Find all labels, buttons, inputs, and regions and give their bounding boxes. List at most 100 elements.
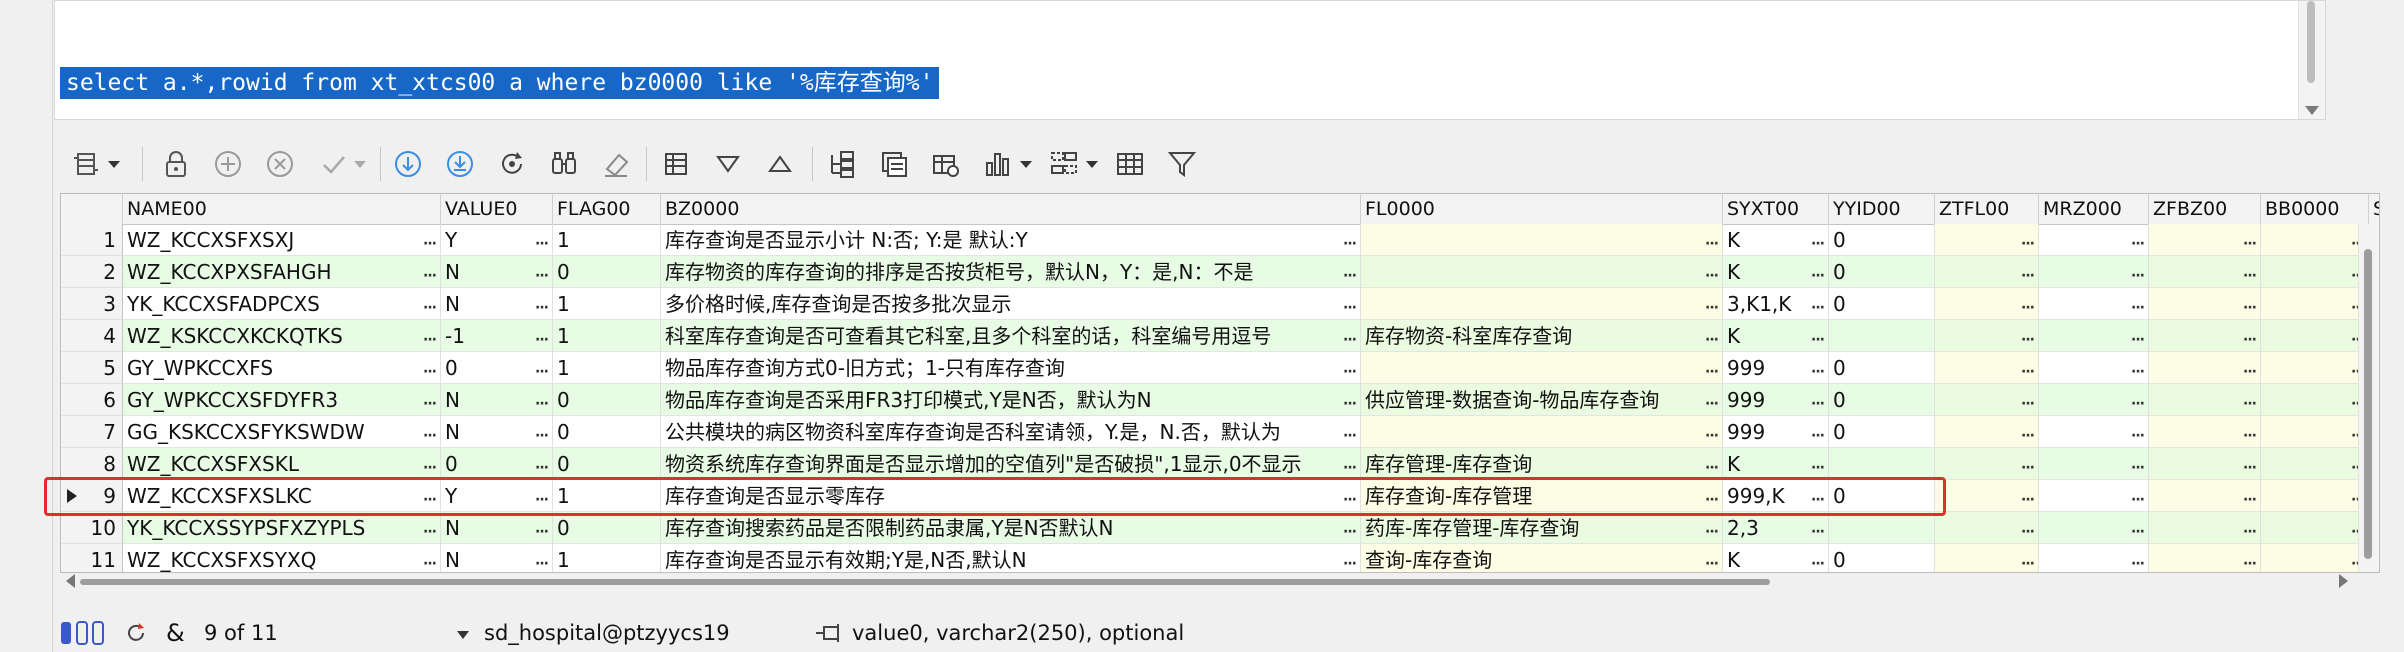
cell-flag[interactable]: 1 xyxy=(553,224,661,256)
row-header[interactable]: 9 xyxy=(61,480,123,512)
cell-bz[interactable]: 库存物资的库存查询的排序是否按货柜号，默认N，Y：是,N：不是 ··· xyxy=(661,256,1361,288)
cell-editor-button-icon[interactable]: ··· xyxy=(1705,388,1719,415)
cell-value[interactable]: Y ··· xyxy=(441,480,553,512)
delete-record-icon[interactable] xyxy=(262,140,298,188)
cell-editor-button-icon[interactable]: ··· xyxy=(535,356,549,383)
refresh-icon[interactable] xyxy=(494,140,530,188)
cell-syxt[interactable]: K ··· xyxy=(1723,224,1829,256)
cell-editor-button-icon[interactable]: ··· xyxy=(2243,228,2257,255)
cell-ztfl[interactable]: ··· xyxy=(1935,544,2039,572)
clear-icon[interactable] xyxy=(598,140,634,188)
cell-ztfl[interactable]: ··· xyxy=(1935,224,2039,256)
cell-editor-button-icon[interactable]: ··· xyxy=(535,484,549,511)
query-by-example-icon[interactable] xyxy=(876,140,912,188)
cell-syxt[interactable]: K ··· xyxy=(1723,256,1829,288)
cell-editor-button-icon[interactable]: ··· xyxy=(1811,388,1825,415)
cell-editor-button-icon[interactable]: ··· xyxy=(1811,228,1825,255)
editor-vertical-scrollbar[interactable] xyxy=(2298,1,2325,119)
row-header[interactable]: 6 xyxy=(61,384,123,416)
group-icon[interactable] xyxy=(1046,140,1082,188)
cell-bz[interactable]: 物品库存查询方式0-旧方式；1-只有库存查询 ··· xyxy=(661,352,1361,384)
cell-mrz[interactable]: ··· xyxy=(2039,256,2149,288)
cell-yyid[interactable]: 0 xyxy=(1829,416,1935,448)
column-header[interactable]: VALUE0 xyxy=(441,194,553,224)
cell-editor-button-icon[interactable]: ··· xyxy=(1705,420,1719,447)
cell-bz[interactable]: 科室库存查询是否可查看其它科室,且多个科室的话，科室编号用逗号 ··· xyxy=(661,320,1361,352)
cell-mrz[interactable]: ··· xyxy=(2039,544,2149,572)
table-row[interactable]: 10 YK_KCCXSSYPSFXZYPLS ··· N ··· 0 库存查询搜索药品是否限… xyxy=(61,512,2379,544)
cell-editor-button-icon[interactable]: ··· xyxy=(2131,484,2145,511)
cell-fl[interactable]: ··· xyxy=(1361,224,1723,256)
cell-fl[interactable]: 药库-库存管理-库存查询 ··· xyxy=(1361,512,1723,544)
cell-mrz[interactable]: ··· xyxy=(2039,288,2149,320)
cell-name[interactable]: WZ_KCCXPXSFAHGH ··· xyxy=(123,256,441,288)
cell-editor-button-icon[interactable]: ··· xyxy=(2021,292,2035,319)
table-row[interactable]: 7 GG_KSKCCXSFYKSWDW ··· N ··· 0 公共模块的病区物资科室库存查… xyxy=(61,416,2379,448)
cell-yyid[interactable]: 0 xyxy=(1829,544,1935,572)
cell-name[interactable]: WZ_KSKCCXKCKQTKS ··· xyxy=(123,320,441,352)
cell-bb[interactable]: ··· xyxy=(2261,416,2369,448)
cell-editor-button-icon[interactable]: ··· xyxy=(1705,324,1719,351)
cell-editor-button-icon[interactable]: ··· xyxy=(535,388,549,415)
connection-dropdown-icon[interactable] xyxy=(456,620,470,646)
cell-editor-button-icon[interactable]: ··· xyxy=(1343,420,1357,447)
cell-bz[interactable]: 库存查询是否显示零库存 ··· xyxy=(661,480,1361,512)
cell-zfbz[interactable]: ··· xyxy=(2149,352,2261,384)
row-header[interactable]: 3 xyxy=(61,288,123,320)
cell-yyid[interactable] xyxy=(1829,448,1935,480)
cell-bb[interactable]: ··· xyxy=(2261,224,2369,256)
cell-ztfl[interactable]: ··· xyxy=(1935,256,2039,288)
cell-editor-button-icon[interactable]: ··· xyxy=(2131,228,2145,255)
cell-editor-button-icon[interactable]: ··· xyxy=(535,292,549,319)
cell-bb[interactable]: ··· xyxy=(2261,480,2369,512)
cell-editor-button-icon[interactable]: ··· xyxy=(423,484,437,511)
cell-syxt[interactable]: 999 ··· xyxy=(1723,384,1829,416)
cell-ztfl[interactable]: ··· xyxy=(1935,480,2039,512)
column-header[interactable]: SFXS0 xyxy=(2369,194,2379,224)
cell-mrz[interactable]: ··· xyxy=(2039,512,2149,544)
grid-horizontal-scrollbar[interactable] xyxy=(62,570,2352,592)
cell-editor-button-icon[interactable]: ··· xyxy=(2131,324,2145,351)
cell-editor-button-icon[interactable]: ··· xyxy=(2021,388,2035,415)
cell-syxt[interactable]: K ··· xyxy=(1723,544,1829,572)
cell-mrz[interactable]: ··· xyxy=(2039,224,2149,256)
cell-value[interactable]: N ··· xyxy=(441,512,553,544)
cell-flag[interactable]: 1 xyxy=(553,288,661,320)
filter-icon[interactable] xyxy=(1164,140,1200,188)
cell-syxt[interactable]: 999 ··· xyxy=(1723,352,1829,384)
cell-mrz[interactable]: ··· xyxy=(2039,320,2149,352)
cell-yyid[interactable] xyxy=(1829,512,1935,544)
dropdown-arrow-icon[interactable] xyxy=(350,140,370,188)
cell-value[interactable]: 0 ··· xyxy=(441,352,553,384)
cell-zfbz[interactable]: ··· xyxy=(2149,512,2261,544)
cell-editor-button-icon[interactable]: ··· xyxy=(423,356,437,383)
cell-zfbz[interactable]: ··· xyxy=(2149,448,2261,480)
cell-fl[interactable]: 库存物资-科室库存查询 ··· xyxy=(1361,320,1723,352)
cell-editor-button-icon[interactable]: ··· xyxy=(423,388,437,415)
find-icon[interactable] xyxy=(546,140,582,188)
cell-editor-button-icon[interactable]: ··· xyxy=(423,292,437,319)
cell-editor-button-icon[interactable]: ··· xyxy=(423,260,437,287)
cell-yyid[interactable] xyxy=(1829,320,1935,352)
cell-flag[interactable]: 1 xyxy=(553,320,661,352)
table-row[interactable]: 9 WZ_KCCXSFXSLKC ··· Y ··· 1 库存查询是否显示零库存 ··· 库存查… xyxy=(61,480,2379,512)
cell-flag[interactable]: 1 xyxy=(553,352,661,384)
cell-yyid[interactable]: 0 xyxy=(1829,384,1935,416)
cell-zfbz[interactable]: ··· xyxy=(2149,416,2261,448)
cell-editor-button-icon[interactable]: ··· xyxy=(2021,452,2035,479)
editor-scroll-thumb[interactable] xyxy=(2307,1,2315,83)
cell-bz[interactable]: 物品库存查询是否采用FR3打印模式,Y是N否，默认为N ··· xyxy=(661,384,1361,416)
cell-value[interactable]: N ··· xyxy=(441,416,553,448)
connection-name[interactable]: sd_hospital@ptzyycs19 xyxy=(484,620,730,646)
cell-fl[interactable]: 查询-库存查询 ··· xyxy=(1361,544,1723,572)
cell-editor-button-icon[interactable]: ··· xyxy=(1811,484,1825,511)
grid-scroll-thumb[interactable] xyxy=(2364,249,2372,559)
cell-editor-button-icon[interactable]: ··· xyxy=(1705,516,1719,543)
chart-icon[interactable] xyxy=(980,140,1016,188)
cell-syxt[interactable]: 3,K1,K ··· xyxy=(1723,288,1829,320)
cell-name[interactable]: GG_KSKCCXSFYKSWDW ··· xyxy=(123,416,441,448)
column-header[interactable]: ZFBZ00 xyxy=(2149,194,2261,224)
cell-mrz[interactable]: ··· xyxy=(2039,384,2149,416)
cell-syxt[interactable]: 2,3 ··· xyxy=(1723,512,1829,544)
scroll-right-arrow-icon[interactable] xyxy=(2339,574,2348,588)
